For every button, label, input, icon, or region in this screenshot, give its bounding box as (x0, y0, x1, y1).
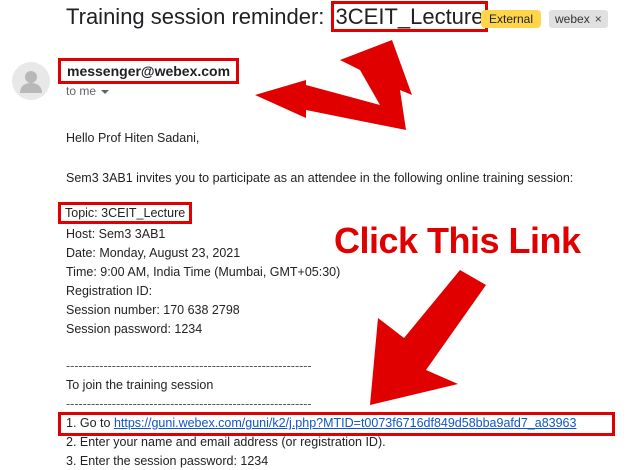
arrow-to-subject-icon (255, 40, 412, 130)
arrow-to-link-icon (370, 270, 486, 405)
callout-text: Click This Link (334, 220, 581, 261)
